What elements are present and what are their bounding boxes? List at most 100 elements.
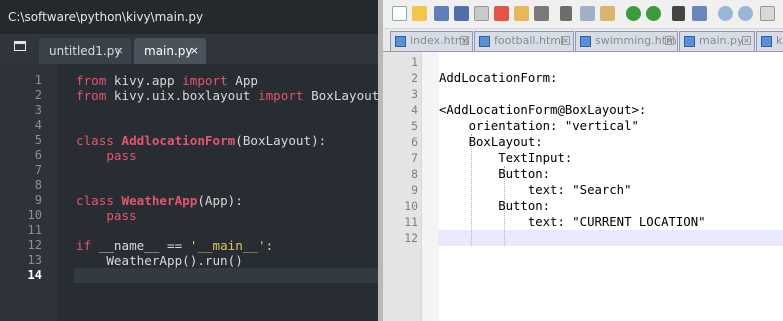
tab-label: untitled1.py	[49, 44, 122, 58]
line-number: 8	[411, 167, 418, 181]
line-number: 9	[34, 193, 42, 207]
save-all-icon[interactable]	[454, 6, 469, 21]
file-tab-bar: index.html × football.html × swimming.html…	[383, 29, 783, 52]
line-number: 12	[27, 238, 42, 252]
code-line: WeatherApp().run()	[76, 253, 243, 268]
new-file-icon[interactable]	[392, 6, 407, 21]
undo-icon[interactable]	[626, 6, 641, 21]
python-editor-pane: C:\software\python\kivy\main.py untitled…	[0, 0, 378, 321]
line-number: 6	[411, 135, 418, 149]
code-line: text: "Search"	[439, 183, 632, 197]
keyword: class	[76, 193, 114, 208]
line-number: 4	[411, 103, 418, 117]
copy-icon[interactable]	[580, 6, 595, 21]
print-now-icon[interactable]	[534, 6, 549, 21]
module-name: kivy.app	[106, 73, 183, 88]
print-icon[interactable]	[514, 6, 529, 21]
keyword: pass	[76, 148, 137, 163]
line-number-current: 14	[27, 268, 42, 282]
code-line: BoxLayout:	[439, 135, 543, 149]
keyword: import	[258, 88, 304, 103]
tab-label: main.py	[144, 44, 193, 58]
code-text: :	[265, 238, 274, 253]
code-line: from kivy.uix.boxlayout import BoxLayout	[76, 88, 378, 103]
code-line: pass	[76, 148, 137, 163]
close-icon[interactable]: ×	[115, 38, 124, 64]
file-icon	[684, 36, 695, 47]
line-number: 3	[411, 87, 418, 101]
class-base: (App):	[197, 193, 243, 208]
line-number: 5	[411, 119, 418, 133]
line-number: 9	[411, 183, 418, 197]
line-number: 7	[34, 163, 42, 177]
current-line-highlight	[74, 268, 378, 283]
line-number: 2	[34, 88, 42, 102]
line-number: 4	[34, 118, 42, 132]
line-number: 6	[34, 148, 42, 162]
window-icon[interactable]	[14, 41, 26, 51]
line-number: 13	[27, 253, 42, 267]
file-tab-football-html[interactable]: football.html ×	[474, 31, 574, 51]
close-icon[interactable]: ×	[460, 36, 469, 45]
code-line: TextInput:	[439, 151, 573, 165]
kv-code-editor[interactable]: 1 2 3 4 5 6 7 8 9 10 11 12 AddLocationFo…	[383, 52, 783, 321]
import-name: App	[227, 73, 259, 88]
class-name: WeatherApp	[113, 193, 198, 208]
code-line: orientation: "vertical"	[439, 119, 639, 133]
module-name: kivy.uix.boxlayout	[106, 88, 258, 103]
line-number: 2	[411, 71, 418, 85]
close-all-icon[interactable]	[494, 6, 509, 21]
close-icon[interactable]: ×	[665, 36, 674, 45]
code-line: text: "CURRENT LOCATION"	[439, 215, 706, 229]
code-line: Button:	[439, 199, 551, 213]
tab-untitled1[interactable]: untitled1.py ×	[39, 38, 131, 64]
fold-margin	[421, 52, 439, 321]
line-number: 5	[34, 133, 42, 147]
close-file-icon[interactable]	[474, 6, 489, 21]
line-number: 8	[34, 178, 42, 192]
file-tab-main-py[interactable]: main.py ×	[679, 31, 755, 51]
line-number: 12	[404, 231, 418, 245]
file-tab-swimming-html[interactable]: swimming.html ×	[575, 31, 678, 51]
keyword: class	[76, 133, 114, 148]
code-line: class AddlocationForm(BoxLayout):	[76, 133, 326, 148]
code-line: from kivy.app import App	[76, 73, 258, 88]
line-number: 10	[404, 199, 418, 213]
save-icon[interactable]	[434, 6, 449, 21]
close-icon[interactable]: ×	[190, 38, 199, 64]
code-editor[interactable]: 1 2 3 4 5 6 7 8 9 10 11 12 13 14 from ki…	[0, 64, 378, 321]
line-number: 1	[34, 73, 42, 87]
class-name: AddlocationForm	[113, 133, 236, 148]
file-tab-kv[interactable]: ki	[756, 31, 783, 51]
line-number: 10	[27, 208, 42, 222]
window-title: C:\software\python\kivy\main.py	[0, 0, 378, 34]
line-number-gutter: 1 2 3 4 5 6 7 8 9 10 11 12	[383, 52, 421, 321]
code-line: <AddLocationForm@BoxLayout>:	[439, 103, 647, 117]
open-file-icon[interactable]	[412, 6, 427, 21]
code-line: if __name__ == '__main__':	[76, 238, 273, 253]
code-line: pass	[76, 208, 136, 223]
code-line: class WeatherApp(App):	[76, 193, 243, 208]
tab-main-py[interactable]: main.py ×	[134, 38, 206, 64]
zoom-out-icon[interactable]	[738, 6, 753, 21]
editor-tab-bar: untitled1.py × main.py ×	[0, 34, 378, 64]
close-icon[interactable]: ×	[742, 36, 751, 45]
replace-icon[interactable]	[692, 6, 707, 21]
string-literal: '__main__'	[189, 238, 266, 253]
file-icon	[580, 36, 591, 47]
close-icon[interactable]: ×	[561, 36, 570, 45]
keyword: import	[182, 73, 228, 88]
zoom-in-icon[interactable]	[718, 6, 733, 21]
file-icon	[761, 36, 772, 47]
file-icon	[395, 36, 406, 47]
file-tab-index-html[interactable]: index.html ×	[390, 31, 473, 51]
cut-icon[interactable]	[560, 6, 572, 21]
find-icon[interactable]	[672, 6, 685, 21]
sync-scroll-icon[interactable]	[760, 6, 775, 21]
redo-icon[interactable]	[646, 6, 661, 21]
class-base: (BoxLayout):	[235, 133, 327, 148]
file-tab-label: ki	[776, 34, 783, 47]
import-name: BoxLayout	[303, 88, 378, 103]
paste-icon[interactable]	[600, 6, 615, 21]
line-number: 11	[27, 223, 42, 237]
